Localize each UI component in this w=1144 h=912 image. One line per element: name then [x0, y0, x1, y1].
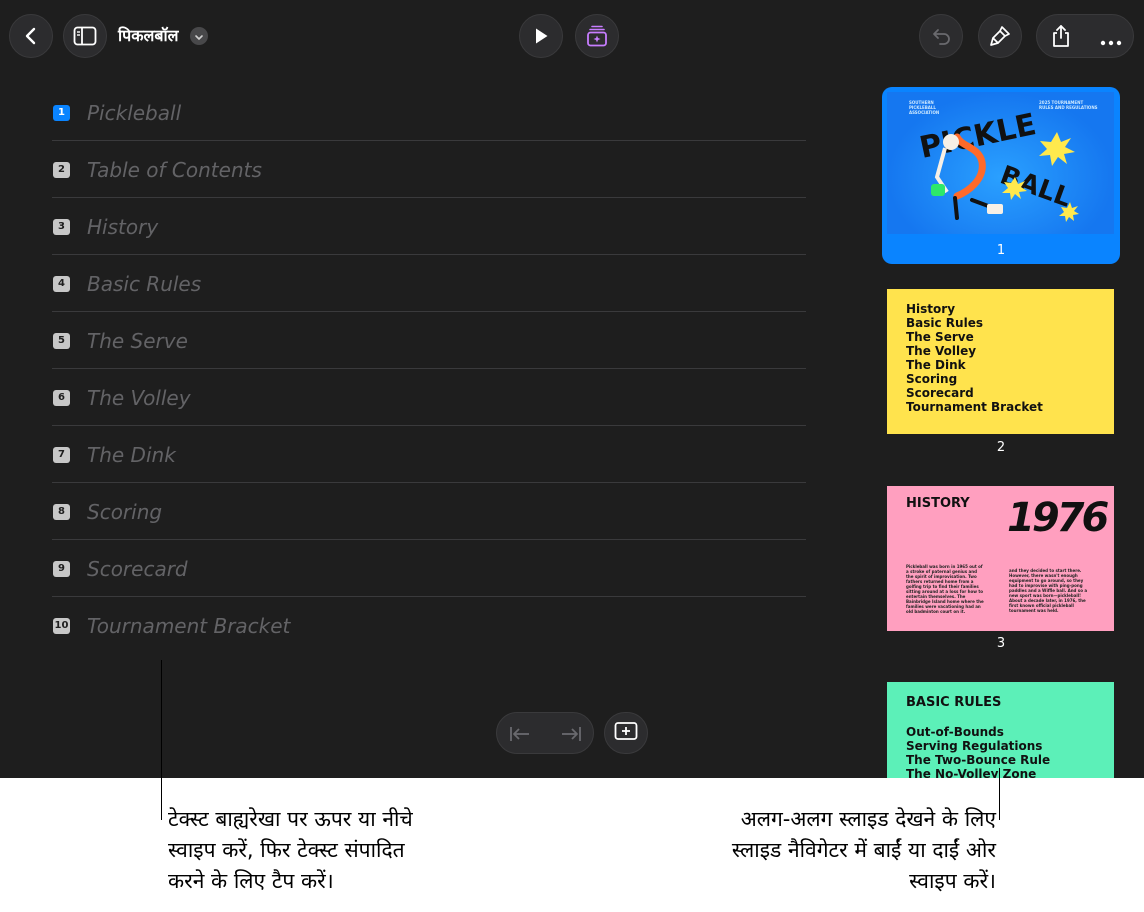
- outline-title[interactable]: The Serve: [87, 329, 188, 353]
- outline-row[interactable]: 6 The Volley: [52, 369, 806, 426]
- slide-2-line: Scorecard: [906, 386, 974, 400]
- slide-number-badge: 6: [53, 390, 70, 406]
- outline-row[interactable]: 3 History: [52, 198, 806, 255]
- slide-3-paragraph-left: Pickleball was born in 1965 out of a str…: [906, 564, 984, 614]
- slide-number-badge: 1: [53, 105, 70, 121]
- outline-title[interactable]: Pickleball: [87, 101, 181, 125]
- left-caption: टेक्स्ट बाह्यरेखा पर ऊपर या नीचे स्वाइप …: [168, 804, 413, 897]
- slide-2-line: Scoring: [906, 372, 958, 386]
- outline-title[interactable]: The Dink: [87, 443, 176, 467]
- title-menu-button[interactable]: [190, 27, 208, 45]
- right-caption-line-1: अलग-अलग स्लाइड देखने के लिए: [740, 807, 996, 831]
- slide-1-illustration: [931, 132, 1079, 222]
- outline-title[interactable]: Basic Rules: [87, 272, 201, 296]
- slide-2-line: Basic Rules: [906, 316, 983, 330]
- animate-button[interactable]: [575, 14, 619, 58]
- right-callout-line: [999, 768, 1000, 820]
- play-button[interactable]: [519, 14, 563, 58]
- outline-title[interactable]: The Volley: [87, 386, 191, 410]
- slide-2-line: The Serve: [906, 330, 974, 344]
- slide-number-badge: 10: [53, 618, 70, 634]
- slide-4-line: The No-Volley Zone: [906, 767, 1037, 778]
- outline-row[interactable]: 5 The Serve: [52, 312, 806, 369]
- outline-row[interactable]: 7 The Dink: [52, 426, 806, 483]
- outline-title[interactable]: Table of Contents: [87, 158, 262, 182]
- left-caption-line-3: करने के लिए टैप करें।: [168, 869, 334, 893]
- document-title[interactable]: पिकलबॉल: [118, 26, 179, 46]
- outline-row[interactable]: 2 Table of Contents: [52, 141, 806, 198]
- share-icon[interactable]: [1050, 25, 1072, 51]
- slide-2-line: Tournament Bracket: [906, 400, 1043, 414]
- outline-row[interactable]: 10 Tournament Bracket: [52, 597, 806, 654]
- slide-number-2: 2: [996, 440, 1006, 455]
- slide-number-badge: 7: [53, 447, 70, 463]
- format-brush-icon: [989, 25, 1011, 47]
- slide-3-year: 1976: [1007, 495, 1109, 541]
- slide-number-badge: 8: [53, 504, 70, 520]
- back-chevron-icon: [24, 27, 38, 45]
- right-caption-line-2: स्लाइड नैविगेटर में बाईं या दाईं ओर: [731, 838, 996, 862]
- slide-2-line: History: [906, 302, 956, 316]
- slide-4-line: Serving Regulations: [906, 739, 1043, 753]
- share-more-group: [1036, 14, 1134, 58]
- outline-row[interactable]: 4 Basic Rules: [52, 255, 806, 312]
- slide-2-line: The Volley: [906, 344, 977, 358]
- slide-thumbnail-1[interactable]: SOUTHERN PICKLEBALL ASSOCIATION 2025 TOU…: [887, 92, 1114, 234]
- chevron-down-icon: [194, 27, 204, 46]
- slide-thumbnail-4[interactable]: BASIC RULES Out-of-Bounds Serving Regulat…: [887, 682, 1114, 778]
- indent-icon[interactable]: [560, 725, 582, 747]
- slide-number-badge: 2: [53, 162, 70, 178]
- slide-thumbnail-2[interactable]: History Basic Rules The Serve The Volley The…: [887, 289, 1114, 434]
- outline-row[interactable]: 1 Pickleball: [52, 84, 806, 141]
- text-outline[interactable]: 1 Pickleball 2 Table of Contents 3 History 4 Ba…: [52, 84, 806, 654]
- left-caption-line-1: टेक्स्ट बाह्यरेखा पर ऊपर या नीचे: [168, 807, 413, 831]
- keynote-outline-view: पिकलबॉल 1 Pickleball 2 Table of Contents…: [0, 0, 1144, 778]
- sidebar-icon: [73, 26, 97, 46]
- outline-row[interactable]: 8 Scoring: [52, 483, 806, 540]
- format-button[interactable]: [978, 14, 1022, 58]
- right-caption-line-3: स्वाइप करें।: [909, 869, 996, 893]
- undo-icon: [930, 27, 952, 45]
- slide-thumbnail-3[interactable]: HISTORY 1976 Pickleball was born in 1965…: [887, 486, 1114, 631]
- outdent-icon[interactable]: [509, 725, 531, 747]
- left-caption-line-2: स्वाइप करें, फिर टेक्स्ट संपादित: [168, 838, 405, 862]
- slide-number-badge: 9: [53, 561, 70, 577]
- add-slide-button[interactable]: [604, 712, 648, 754]
- slide-number-1: 1: [996, 243, 1006, 258]
- undo-button[interactable]: [919, 14, 963, 58]
- outline-title[interactable]: History: [87, 215, 158, 239]
- indent-controls: [496, 712, 594, 754]
- outline-title[interactable]: Scorecard: [87, 557, 188, 581]
- slide-4-line: The Two-Bounce Rule: [906, 753, 1051, 767]
- slide-number-badge: 5: [53, 333, 70, 349]
- left-callout-line: [161, 660, 162, 820]
- slide-4-line: Out-of-Bounds: [906, 725, 1004, 739]
- slide-2-line: The Dink: [906, 358, 966, 372]
- slide-number-3: 3: [996, 636, 1006, 651]
- add-slide-icon: [614, 721, 638, 745]
- slide-3-paragraph-right: and they decided to start there. However…: [1009, 568, 1088, 613]
- outline-row[interactable]: 9 Scorecard: [52, 540, 806, 597]
- more-icon[interactable]: [1100, 32, 1122, 51]
- outline-title[interactable]: Tournament Bracket: [87, 614, 290, 638]
- slide-3-heading: HISTORY: [906, 496, 970, 511]
- back-button[interactable]: [9, 14, 53, 58]
- animate-icon: [585, 24, 609, 48]
- sidebar-toggle-button[interactable]: [63, 14, 107, 58]
- slide-number-badge: 4: [53, 276, 70, 292]
- right-caption: अलग-अलग स्लाइड देखने के लिए स्लाइड नैविग…: [732, 804, 996, 897]
- slide-4-heading: BASIC RULES: [906, 695, 1002, 710]
- outline-title[interactable]: Scoring: [87, 500, 162, 524]
- play-icon: [533, 27, 549, 45]
- slide-number-badge: 3: [53, 219, 70, 235]
